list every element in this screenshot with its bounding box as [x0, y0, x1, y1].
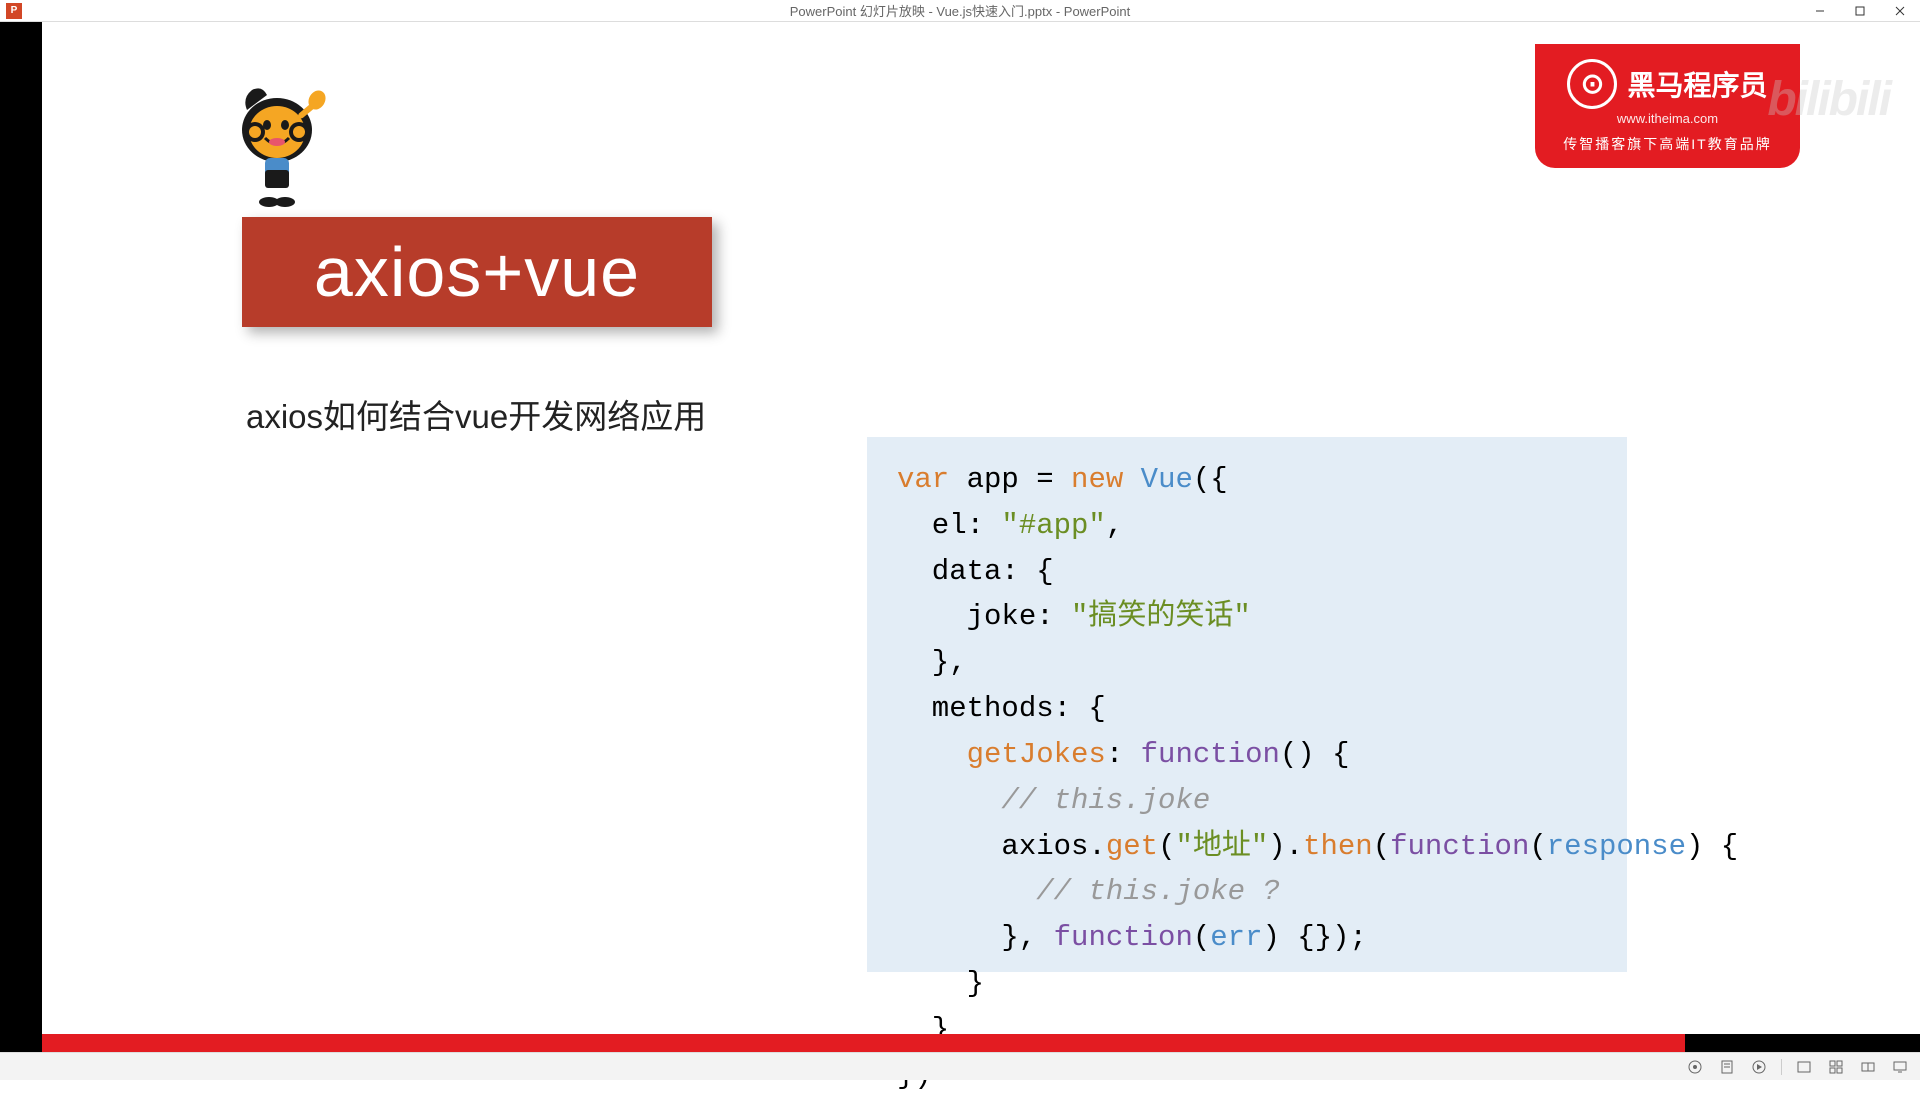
slide-title: axios+vue	[314, 232, 640, 312]
slideshow-icon[interactable]	[1749, 1057, 1769, 1077]
code-block: var app = new Vue({ el: "#app", data: { …	[867, 437, 1627, 972]
minimize-button[interactable]	[1800, 0, 1840, 22]
brand-tagline: 传智播客旗下高端IT教育品牌	[1563, 134, 1771, 154]
maximize-button[interactable]	[1840, 0, 1880, 22]
reading-view-icon[interactable]	[1858, 1057, 1878, 1077]
brand-logo-icon: ⊙	[1567, 59, 1617, 109]
window-controls	[1800, 0, 1920, 22]
notes-icon[interactable]	[1717, 1057, 1737, 1077]
bilibili-watermark: bilibili	[1767, 72, 1890, 127]
slide-content[interactable]: axios+vue axios如何结合vue开发网络应用 var app = n…	[42, 22, 1920, 1052]
brand-url: www.itheima.com	[1617, 111, 1718, 126]
slide-border-left	[0, 22, 42, 1052]
close-button[interactable]	[1880, 0, 1920, 22]
brand-badge: ⊙ 黑马程序员 www.itheima.com 传智播客旗下高端IT教育品牌	[1535, 44, 1800, 168]
slide-title-box: axios+vue	[242, 217, 712, 327]
presenter-view-icon[interactable]	[1890, 1057, 1910, 1077]
divider	[1781, 1059, 1782, 1075]
pen-tool-icon[interactable]	[1685, 1057, 1705, 1077]
statusbar	[0, 1052, 1920, 1080]
slide-subtitle: axios如何结合vue开发网络应用	[246, 390, 706, 438]
slide-footer-stripe	[42, 1034, 1685, 1052]
brand-name: 黑马程序员	[1627, 64, 1767, 104]
titlebar: P PowerPoint 幻灯片放映 - Vue.js快速入门.pptx - P…	[0, 0, 1920, 22]
slide-footer-black	[1685, 1034, 1920, 1052]
sorter-view-icon[interactable]	[1826, 1057, 1846, 1077]
monkey-mascot-icon	[227, 80, 347, 210]
window-title: PowerPoint 幻灯片放映 - Vue.js快速入门.pptx - Pow…	[790, 1, 1131, 20]
powerpoint-icon: P	[6, 3, 22, 19]
normal-view-icon[interactable]	[1794, 1057, 1814, 1077]
